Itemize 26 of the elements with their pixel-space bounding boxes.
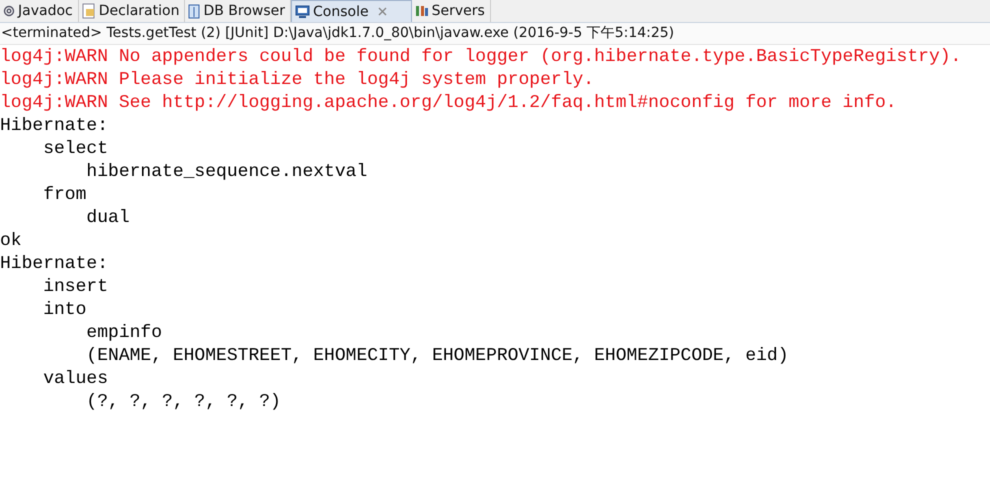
- console-line: insert: [42, 276, 110, 299]
- console-line: empinfo: [85, 322, 162, 345]
- view-tab[interactable]: Console: [291, 0, 412, 22]
- servers-icon: [414, 4, 429, 18]
- database-icon: [188, 4, 200, 18]
- console-line: select: [42, 138, 108, 161]
- console-line: (?, ?, ?, ?, ?, ?): [85, 391, 281, 414]
- process-status: <terminated> Tests.getTest (2) [JUnit] D:\Java\jdk1.7.0_80\bin\javaw.exe (2016-9-5 下午5:14:25): [0, 23, 990, 45]
- console-line: (ENAME, EHOMESTREET, EHOMECITY, EHOMEPROVINCE, EHOMEZIPCODE, eid): [85, 345, 790, 368]
- console-line: values: [42, 368, 108, 391]
- console-line: log4j:WARN See http://logging.apache.org/log4j/1.2/faq.html#noconfig for more info.: [0, 92, 897, 115]
- console-line: hibernate_sequence.nextval: [85, 161, 368, 184]
- view-tab[interactable]: Javadoc: [0, 0, 79, 22]
- view-tab[interactable]: Servers: [412, 0, 491, 22]
- console-line: into: [42, 299, 86, 322]
- console-line: Hibernate:: [0, 253, 110, 276]
- monitor-icon: [295, 4, 310, 18]
- console-line: Hibernate:: [0, 115, 110, 138]
- view-tab[interactable]: Declaration: [78, 0, 186, 22]
- console-line: ok: [0, 230, 22, 253]
- close-icon[interactable]: [378, 7, 387, 16]
- console-line: log4j:WARN No appenders could be found for logger (org.hibernate.type.BasicTypeRegistry).: [0, 46, 962, 69]
- document-icon: [82, 3, 96, 19]
- console-line: log4j:WARN Please initialize the log4j system properly.: [0, 69, 594, 92]
- console-line: from: [42, 184, 86, 207]
- console-line: dual: [85, 207, 130, 230]
